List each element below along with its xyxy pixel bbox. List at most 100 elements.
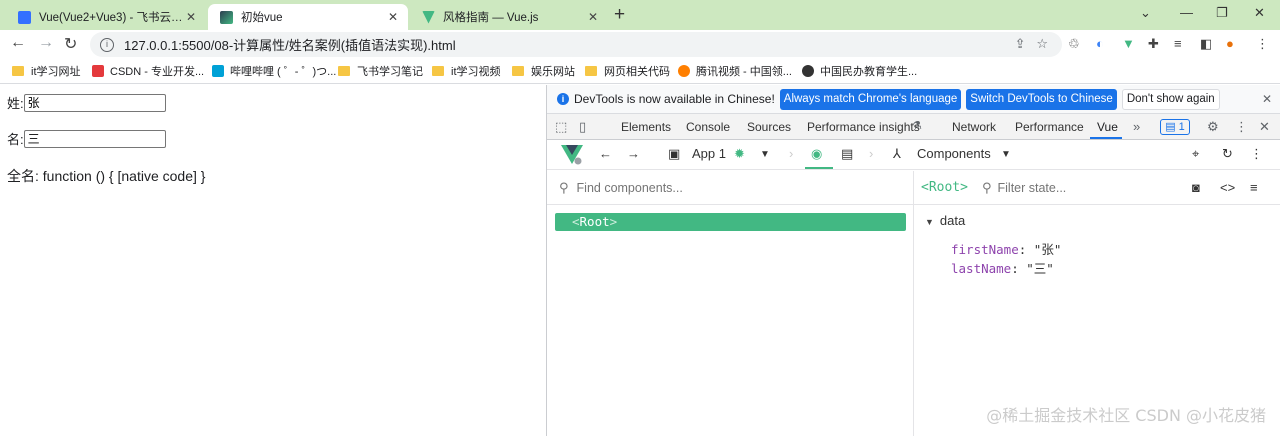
site-info-icon[interactable]: i [100, 37, 114, 52]
tab-performance-insights[interactable]: Performance insights [807, 120, 920, 134]
bookmark-label: 娱乐网站 [531, 66, 575, 78]
tab-console[interactable]: Console [686, 120, 730, 134]
bookmark-folder[interactable]: it学习网址 [12, 63, 81, 79]
bookmark-label: 哔哩哔哩 ( ゜- ゜)つ... [230, 66, 337, 78]
folder-icon [432, 66, 444, 76]
profile-avatar-icon[interactable]: ● [1226, 36, 1234, 51]
tab-feishu[interactable]: Vue(Vue2+Vue3) - 飞书云文档 ✕ [6, 4, 206, 30]
tencent-video-icon [678, 65, 690, 77]
devtools-tab-bar: ⬚ ▯ Elements Console Sources Performance… [547, 114, 1280, 140]
tab-title: 风格指南 — Vue.js [443, 12, 539, 24]
language-infobar: i DevTools is now available in Chinese! … [547, 85, 1280, 114]
tab-vue[interactable]: Vue [1097, 120, 1118, 134]
inspector-compass-icon[interactable]: ◉ [811, 146, 822, 162]
chevron-right-icon: › [789, 146, 794, 161]
state-inspector-pane: <Root> ⚲ ◙ <> ≡ ▼ data firstName: "张" las… [914, 171, 1280, 436]
tab-sources[interactable]: Sources [747, 120, 791, 134]
property-value[interactable]: "三" [1026, 261, 1054, 276]
state-property[interactable]: lastName: "三" [951, 258, 1054, 277]
refresh-icon[interactable]: ↻ [1222, 146, 1233, 162]
surname-row: 姓: [7, 93, 166, 112]
dont-show-again-button[interactable]: Don't show again [1121, 88, 1220, 110]
bookmark-item[interactable]: 中国民办教育学生... [802, 63, 917, 79]
bookmark-folder[interactable]: it学习视频 [432, 63, 501, 79]
window-close-icon[interactable]: ✕ [1254, 5, 1265, 21]
app-selector[interactable]: App 1 [692, 146, 726, 161]
tab-initial-vue[interactable]: 初始vue ✕ [208, 4, 408, 30]
chevron-down-icon[interactable]: ▼ [760, 149, 770, 160]
bookmark-folder[interactable]: 网页相关代码 [585, 63, 670, 79]
browser-toolbar: ← → ↻ i 127.0.0.1:5500/08-计算属性/姓名案例(插值语法… [0, 30, 1280, 58]
folder-icon [512, 66, 524, 76]
section-label: data [939, 213, 966, 228]
side-panel-icon[interactable]: ◧ [1200, 36, 1212, 52]
timeline-icon[interactable]: ▤ [841, 146, 853, 162]
filter-state-input[interactable] [997, 180, 1178, 195]
info-icon: i [557, 93, 569, 105]
maximize-icon[interactable]: ❐ [1216, 5, 1228, 21]
more-tabs-icon[interactable]: » [1133, 119, 1140, 134]
full-name-value: function () { [native code] } [42, 168, 206, 184]
bookmark-star-icon[interactable]: ⇪ ☆ [1015, 36, 1048, 52]
bookmark-item[interactable]: 哔哩哔哩 ( ゜- ゜)つ... [212, 63, 336, 79]
bookmark-item[interactable]: 腾讯视频 - 中国领... [678, 63, 792, 79]
show-source-icon[interactable]: <> [1220, 180, 1235, 195]
close-devtools-icon[interactable]: ✕ [1259, 119, 1270, 135]
issues-badge[interactable]: ▤ 1 [1160, 119, 1190, 135]
target-select-icon[interactable]: ⌖ [1192, 146, 1199, 162]
components-selector[interactable]: Components [917, 146, 991, 161]
given-name-input[interactable] [23, 129, 166, 148]
back-arrow-icon[interactable]: ← [10, 34, 26, 52]
extension-icon[interactable]: ♲ [1068, 36, 1080, 52]
menu-kebab-icon[interactable]: ⋮ [1250, 146, 1263, 162]
scroll-to-component-icon[interactable]: ◙ [1192, 180, 1200, 195]
page-icon [220, 10, 233, 24]
forward-arrow-icon[interactable]: → [38, 34, 54, 52]
open-in-elements-icon[interactable]: ≡ [1250, 180, 1258, 195]
vue-logo-icon [561, 145, 583, 165]
device-toolbar-icon[interactable]: ▯ [579, 119, 586, 135]
bookmark-folder[interactable]: 娱乐网站 [512, 63, 575, 79]
tree-node-root[interactable]: <Root> [555, 213, 906, 231]
back-arrow-icon[interactable]: ← [599, 146, 612, 161]
menu-kebab-icon[interactable]: ⋮ [1256, 36, 1269, 52]
address-bar[interactable]: i 127.0.0.1:5500/08-计算属性/姓名案例(插值语法实现).ht… [90, 32, 1062, 57]
menu-kebab-icon[interactable]: ⋮ [1235, 119, 1248, 135]
app-icon: ▣ [668, 146, 681, 161]
chevron-down-icon[interactable]: ⌄ [1140, 5, 1151, 21]
minimize-icon[interactable]: — [1180, 5, 1193, 20]
data-section-header[interactable]: ▼ data [925, 213, 965, 228]
bookmark-label: CSDN - 专业开发... [110, 66, 205, 78]
close-icon[interactable]: ✕ [588, 10, 598, 24]
reload-icon[interactable]: ↻ [64, 34, 77, 54]
close-icon[interactable]: ✕ [388, 10, 398, 24]
vue-devtools-toolbar: ← → ▣ App 1 ✹ ▼ › ◉ ▤ › ⅄ Components ▼ ⌖… [547, 140, 1280, 170]
forward-arrow-icon[interactable]: → [627, 146, 640, 161]
state-property[interactable]: firstName: "张" [951, 239, 1061, 258]
angle-close: > [609, 214, 618, 229]
media-icon[interactable]: ≡ [1174, 36, 1182, 51]
bookmark-label: 中国民办教育学生... [820, 66, 918, 78]
extension-icon[interactable]: ◐ [1096, 36, 1104, 51]
csdn-icon [92, 65, 104, 77]
chevron-down-icon[interactable]: ▼ [1001, 149, 1011, 160]
new-tab-plus-icon[interactable]: + [614, 4, 625, 26]
vue-devtools-extension-icon[interactable]: ▼ [1122, 36, 1135, 51]
puzzle-icon[interactable]: ✚ [1148, 36, 1159, 52]
tab-vue-style-guide[interactable]: 风格指南 — Vue.js ✕ [410, 4, 608, 30]
close-icon[interactable]: ✕ [186, 10, 196, 24]
inspect-element-icon[interactable]: ⬚ [555, 119, 567, 135]
property-value[interactable]: "张" [1034, 242, 1062, 257]
bookmark-item[interactable]: CSDN - 专业开发... [92, 63, 204, 79]
tab-elements[interactable]: Elements [621, 120, 671, 134]
tab-network[interactable]: Network [952, 120, 996, 134]
collapse-triangle-icon[interactable]: ▼ [925, 217, 934, 227]
switch-to-chinese-button[interactable]: Switch DevTools to Chinese [966, 88, 1117, 110]
surname-input[interactable] [23, 93, 166, 112]
settings-gear-icon[interactable]: ⚙ [1207, 119, 1219, 135]
find-components-input[interactable] [576, 180, 877, 195]
bookmark-folder[interactable]: 飞书学习笔记 [338, 63, 423, 79]
always-match-language-button[interactable]: Always match Chrome's language [779, 88, 962, 110]
tab-performance[interactable]: Performance [1015, 120, 1084, 134]
close-icon[interactable]: ✕ [1262, 92, 1272, 106]
